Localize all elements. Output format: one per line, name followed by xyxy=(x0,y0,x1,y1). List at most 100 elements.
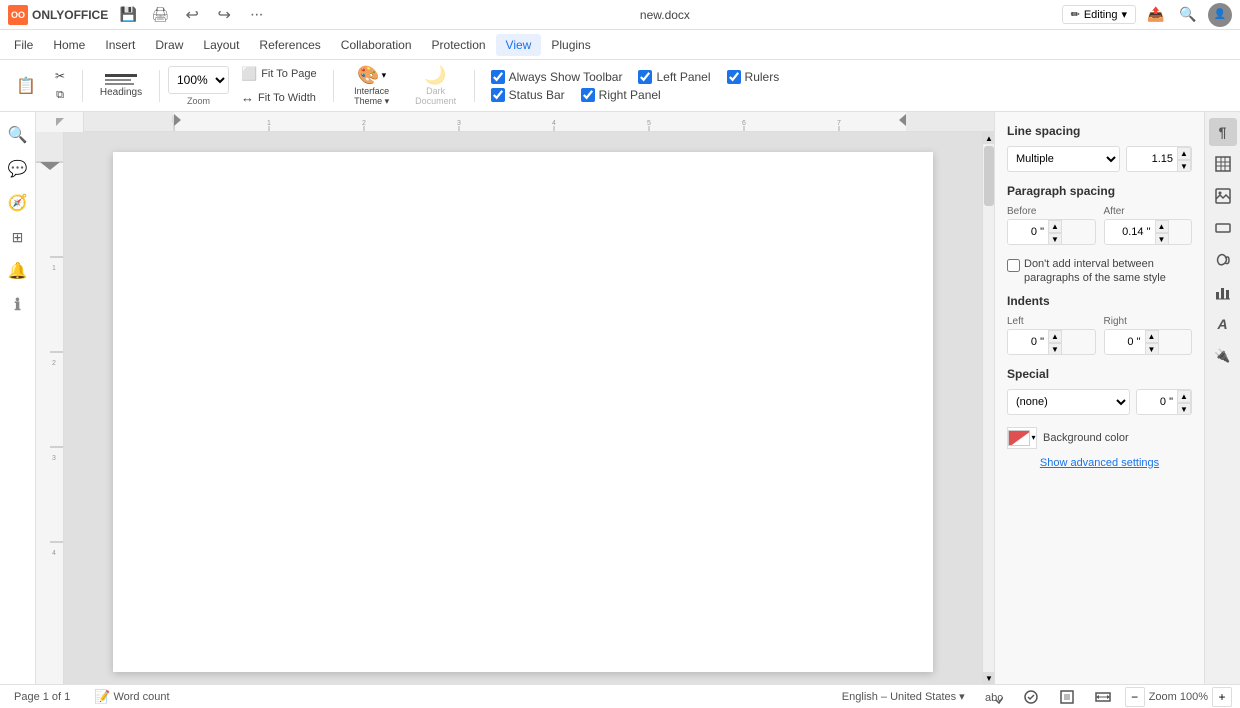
share-button[interactable]: 📤 xyxy=(1144,3,1168,27)
right-panel-label[interactable]: Right Panel xyxy=(581,88,661,102)
copy-button[interactable]: ⧉ xyxy=(46,87,74,105)
after-value[interactable] xyxy=(1105,220,1155,244)
navigate-sidebar-icon[interactable]: 🧭 xyxy=(3,188,33,218)
zoom-in-button[interactable]: + xyxy=(1212,687,1232,707)
special-down[interactable]: ▼ xyxy=(1177,403,1191,415)
always-show-toolbar-label[interactable]: Always Show Toolbar xyxy=(491,70,623,84)
menu-plugins[interactable]: Plugins xyxy=(541,34,600,56)
search-sidebar-icon[interactable]: 🔍 xyxy=(3,120,33,150)
menu-layout[interactable]: Layout xyxy=(193,34,249,56)
text-art-right-icon[interactable]: A xyxy=(1209,310,1237,338)
fit-to-page-button[interactable]: ⬜ Fit To Page xyxy=(233,63,325,85)
more-button[interactable]: ··· xyxy=(244,3,268,27)
right-panel-checkbox[interactable] xyxy=(581,88,595,102)
spell-check-button[interactable]: abc xyxy=(979,688,1009,706)
plugin-right-icon[interactable]: 🔌 xyxy=(1209,342,1237,370)
table-right-icon[interactable] xyxy=(1209,150,1237,178)
menu-draw[interactable]: Draw xyxy=(145,34,193,56)
cut-button[interactable]: ✂ xyxy=(46,67,74,85)
chart-right-icon[interactable] xyxy=(1209,278,1237,306)
line-spacing-value-input[interactable]: ▲ ▼ xyxy=(1126,146,1192,172)
info-sidebar-icon[interactable]: ℹ xyxy=(3,290,33,320)
after-input[interactable]: ▲ ▼ xyxy=(1104,219,1193,245)
document-canvas[interactable] xyxy=(64,132,982,684)
page-info-button[interactable]: Page 1 of 1 xyxy=(8,689,76,705)
indent-right-value[interactable] xyxy=(1105,330,1145,354)
left-panel-label[interactable]: Left Panel xyxy=(638,70,710,84)
notify-sidebar-icon[interactable]: 🔔 xyxy=(3,256,33,286)
after-up[interactable]: ▲ xyxy=(1155,220,1169,233)
special-up[interactable]: ▲ xyxy=(1177,390,1191,403)
paragraph-right-icon[interactable]: ¶ xyxy=(1209,118,1237,146)
special-value-input[interactable]: ▲ ▼ xyxy=(1136,389,1192,415)
indent-right-down[interactable]: ▼ xyxy=(1145,343,1159,355)
menu-view[interactable]: View xyxy=(496,34,542,56)
before-value[interactable] xyxy=(1008,220,1048,244)
menu-references[interactable]: References xyxy=(249,34,330,56)
menu-protection[interactable]: Protection xyxy=(422,34,496,56)
menu-home[interactable]: Home xyxy=(43,34,95,56)
image-icon-svg xyxy=(1215,188,1231,204)
background-color-swatch[interactable]: ▾ xyxy=(1007,427,1037,449)
scroll-down-button[interactable]: ▼ xyxy=(983,672,994,684)
before-input[interactable]: ▲ ▼ xyxy=(1007,219,1096,245)
fit-page-status-button[interactable] xyxy=(1053,688,1081,706)
zoom-select[interactable]: 100% 75% 150% xyxy=(168,66,229,94)
word-count-button[interactable]: 📝 Word count xyxy=(88,687,175,707)
comment-sidebar-icon[interactable]: 💬 xyxy=(3,154,33,184)
indent-left-down[interactable]: ▼ xyxy=(1048,343,1062,355)
scroll-thumb[interactable] xyxy=(984,146,994,206)
special-select[interactable]: (none) First Line Hanging xyxy=(1007,389,1130,415)
always-show-toolbar-checkbox[interactable] xyxy=(491,70,505,84)
document-page[interactable] xyxy=(113,152,933,672)
zoom-out-button[interactable]: − xyxy=(1125,687,1145,707)
sep1 xyxy=(82,70,83,102)
layout-right-icon[interactable] xyxy=(1209,214,1237,242)
left-panel-checkbox[interactable] xyxy=(638,70,652,84)
menu-insert[interactable]: Insert xyxy=(95,34,145,56)
search-title-button[interactable]: 🔍 xyxy=(1176,3,1200,27)
vertical-scrollbar[interactable]: ▲ ▼ xyxy=(982,132,994,684)
fit-to-width-button[interactable]: ↔ Fit To Width xyxy=(233,87,325,109)
after-down[interactable]: ▼ xyxy=(1155,233,1169,245)
image-right-icon[interactable] xyxy=(1209,182,1237,210)
indent-left-up[interactable]: ▲ xyxy=(1048,330,1062,343)
grid-sidebar-icon[interactable]: ⊞ xyxy=(3,222,33,252)
line-spacing-up[interactable]: ▲ xyxy=(1177,147,1191,160)
line-spacing-number[interactable] xyxy=(1127,147,1177,171)
indent-left-input[interactable]: ▲ ▼ xyxy=(1007,329,1096,355)
redo-button[interactable]: ↪ xyxy=(212,3,236,27)
scroll-up-button[interactable]: ▲ xyxy=(983,132,994,144)
print-button[interactable]: 🖨 xyxy=(148,3,172,27)
track-changes-button[interactable] xyxy=(1017,688,1045,706)
rulers-checkbox[interactable] xyxy=(727,70,741,84)
line-spacing-type-select[interactable]: Multiple Single 1.5 Lines Double xyxy=(1007,146,1120,172)
indent-left-value[interactable] xyxy=(1008,330,1048,354)
paste-button[interactable]: 📋 xyxy=(8,68,44,104)
undo-button[interactable]: ↩ xyxy=(180,3,204,27)
editing-badge[interactable]: ✏ Editing ▾ xyxy=(1062,5,1136,24)
advanced-settings-link[interactable]: Show advanced settings xyxy=(1007,457,1192,469)
special-value[interactable] xyxy=(1137,390,1177,414)
status-bar-checkbox[interactable] xyxy=(491,88,505,102)
rulers-label[interactable]: Rulers xyxy=(727,70,780,84)
scroll-track[interactable] xyxy=(983,144,994,672)
language-button[interactable]: English – United States ▾ xyxy=(836,688,971,705)
indent-right-up[interactable]: ▲ xyxy=(1145,330,1159,343)
before-down[interactable]: ▼ xyxy=(1048,233,1062,245)
status-bar-label[interactable]: Status Bar xyxy=(491,88,565,102)
shapes-right-icon[interactable] xyxy=(1209,246,1237,274)
headings-button[interactable]: Headings xyxy=(91,64,151,108)
interface-theme-button[interactable]: 🎨 ▾ Interface Theme ▾ xyxy=(342,64,402,108)
menu-collaboration[interactable]: Collaboration xyxy=(331,34,422,56)
line-spacing-down[interactable]: ▼ xyxy=(1177,160,1191,172)
same-style-checkbox[interactable] xyxy=(1007,259,1020,272)
dark-doc-label-2: Document xyxy=(415,96,456,106)
save-button[interactable]: 💾 xyxy=(116,3,140,27)
menu-file[interactable]: File xyxy=(4,34,43,56)
fit-width-status-button[interactable] xyxy=(1089,688,1117,706)
before-up[interactable]: ▲ xyxy=(1048,220,1062,233)
dark-document-button[interactable]: 🌙 Dark Document xyxy=(406,64,466,108)
indent-right-input[interactable]: ▲ ▼ xyxy=(1104,329,1193,355)
user-avatar[interactable]: 👤 xyxy=(1208,3,1232,27)
